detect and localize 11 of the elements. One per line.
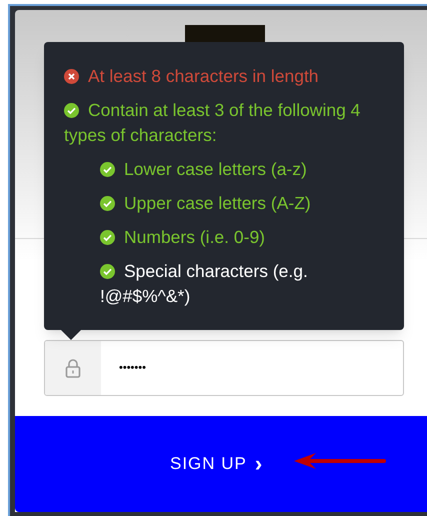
rule-text: Contain at least 3 of the following 4 types of characters: [64, 100, 360, 145]
rule-text: Numbers (i.e. 0-9) [124, 227, 266, 247]
rule-text: At least 8 characters in length [88, 66, 319, 86]
rule-text: Upper case letters (A-Z) [124, 193, 311, 213]
rule-text: Special characters (e.g. !@#$%^&*) [100, 261, 308, 306]
sign-up-button[interactable]: SIGN UP › [15, 416, 427, 512]
arrow-icon [294, 453, 386, 469]
password-field[interactable]: ••••••• [44, 340, 404, 396]
rule-text: Lower case letters (a-z) [124, 159, 307, 179]
lock-icon [65, 358, 81, 378]
password-value[interactable]: ••••••• [101, 341, 403, 395]
